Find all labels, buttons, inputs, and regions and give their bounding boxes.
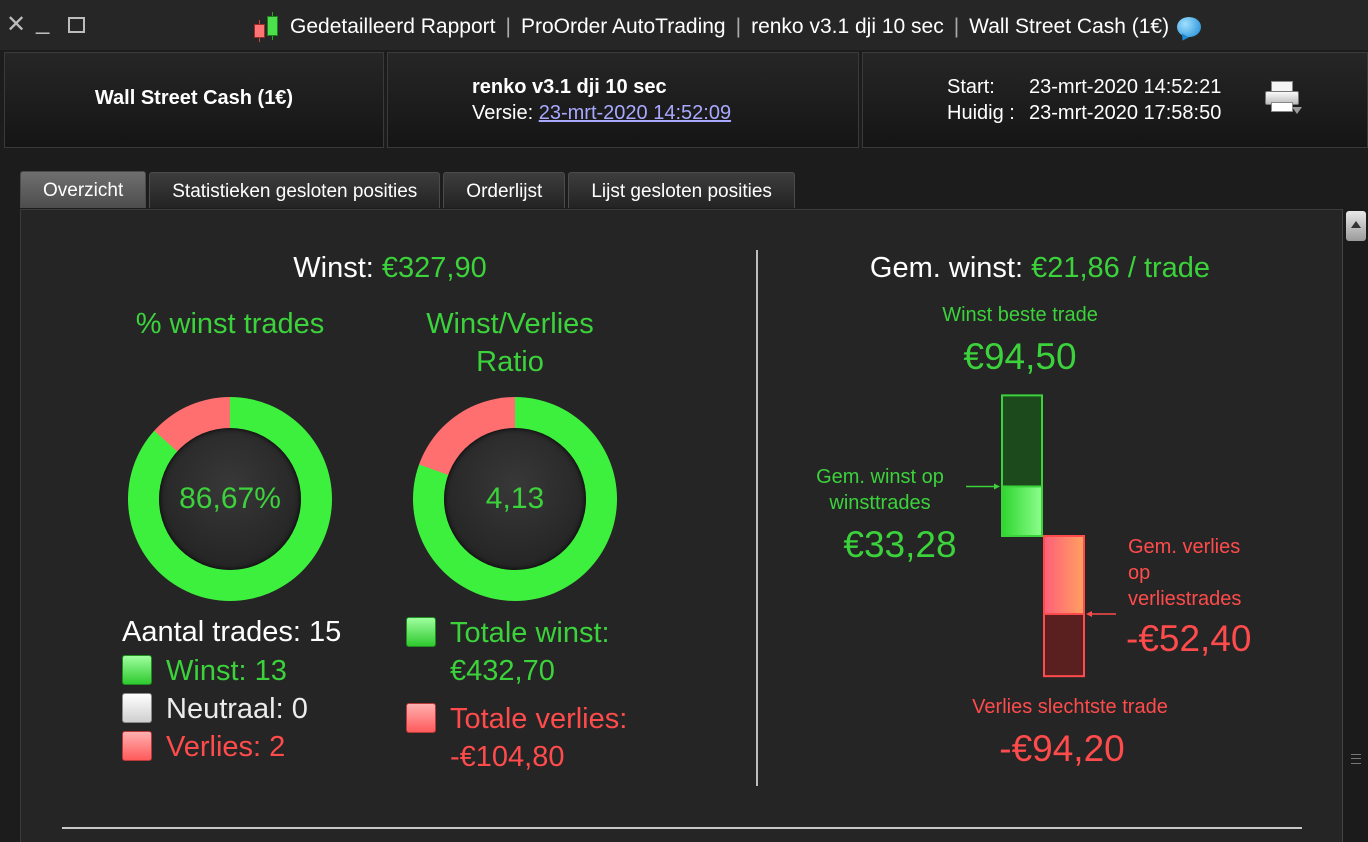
worst-trade-label: Verlies slechtste trade <box>972 696 1168 718</box>
tab-overview[interactable]: Overzicht <box>20 171 147 208</box>
avg-win-arrow-head <box>994 483 1000 490</box>
scroll-up-button[interactable] <box>1346 211 1366 241</box>
bottom-divider <box>62 827 1302 829</box>
title-instrument: Wall Street Cash (1€) <box>969 15 1170 38</box>
neutral-legend-swatch <box>122 693 152 723</box>
losses-legend-swatch <box>122 731 152 761</box>
version-label: Versie: <box>472 102 534 124</box>
win-loss-ratio-title: Winst/Verlies Ratio <box>426 308 594 378</box>
win-percentage-value: 86,67% <box>159 428 301 570</box>
total-win-label: Totale winst: <box>450 617 610 649</box>
title-separator: | <box>735 15 742 38</box>
worst-trade-value: -€94,20 <box>999 728 1125 769</box>
avg-win-label-line-1: Gem. winst op <box>816 466 944 488</box>
title-separator: | <box>505 15 511 38</box>
current-time-row: Huidig : 23-mrt-2020 17:58:50 <box>947 102 1221 125</box>
total-loss-value: -€104,80 <box>450 741 565 773</box>
avg-loss-value: -€52,40 <box>1126 618 1252 659</box>
start-time-row: Start: 23-mrt-2020 14:52:21 <box>947 76 1221 99</box>
strategy-name: renko v3.1 dji 10 sec <box>472 76 667 98</box>
tab-closed-positions-list[interactable]: Lijst gesloten posities <box>568 172 795 208</box>
trade-range-bar-chart <box>966 394 1116 678</box>
tab-bar: Overzicht Statistieken gesloten posities… <box>20 171 795 209</box>
profit-value: €327,90 <box>381 252 487 284</box>
average-profit-label: Gem. winst: <box>869 252 1024 284</box>
chat-bubble-icon[interactable] <box>1177 17 1202 37</box>
win-percentage-title: % winst trades <box>135 308 325 340</box>
current-value: 23-mrt-2020 17:58:50 <box>1029 102 1222 124</box>
time-panel: Start: 23-mrt-2020 14:52:21 Huidig : 23-… <box>862 52 1368 148</box>
best-trade-value: €94,50 <box>963 336 1077 377</box>
title-bar: ✕ _ Gedetailleerd Rapport | ProOrder Aut… <box>0 0 1368 50</box>
scroll-grip-icon[interactable] <box>1351 754 1361 764</box>
win-loss-ratio-donut: 4,13 <box>413 397 617 601</box>
report-header: Wall Street Cash (1€) renko v3.1 dji 10 … <box>4 52 1368 148</box>
average-profit-line: Gem. winst: €21,86 / trade <box>790 252 1290 285</box>
total-win-value: €432,70 <box>450 655 555 687</box>
avg-loss-label: Gem. verlies op verliestrades <box>1128 534 1241 612</box>
wins-count: Winst: 13 <box>166 655 287 687</box>
avg-win-label-line-2: winsttrades <box>829 492 931 514</box>
avg-loss-label-line-2: op <box>1128 562 1151 584</box>
title-autotrading: ProOrder AutoTrading <box>520 15 726 38</box>
candlestick-icon <box>250 12 284 42</box>
best-trade-label: Winst beste trade <box>942 304 1098 326</box>
version-line: Versie: 23-mrt-2020 14:52:09 <box>472 102 731 125</box>
vertical-scrollbar[interactable] <box>1342 209 1368 842</box>
average-profit-value: €21,86 / trade <box>1031 252 1211 284</box>
title-report: Gedetailleerd Rapport <box>290 15 496 38</box>
neutral-count: Neutraal: 0 <box>166 693 308 725</box>
strategy-panel: renko v3.1 dji 10 sec Versie: 23-mrt-202… <box>387 52 859 148</box>
avg-win-label: Gem. winst op winsttrades <box>790 464 970 516</box>
section-divider <box>756 250 758 786</box>
instrument-name: Wall Street Cash (1€) <box>94 87 294 109</box>
profit-label: Winst: <box>293 252 374 284</box>
losses-count: Verlies: 2 <box>166 731 286 763</box>
avg-loss-label-line-1: Gem. verlies <box>1128 536 1241 558</box>
avg-loss-label-line-3: verliestrades <box>1128 588 1242 610</box>
trade-count: Aantal trades: 15 <box>122 616 342 648</box>
wins-legend-swatch <box>122 655 152 685</box>
total-loss-label: Totale verlies: <box>450 703 628 735</box>
window-title: Gedetailleerd Rapport | ProOrder AutoTra… <box>250 12 1202 42</box>
win-percentage-donut: 86,67% <box>128 397 332 601</box>
minimize-icon[interactable]: _ <box>36 9 49 35</box>
close-icon[interactable]: ✕ <box>6 12 26 38</box>
win-loss-ratio-value: 4,13 <box>444 428 586 570</box>
avg-loss-arrow-head <box>1086 610 1092 617</box>
total-profit-line: Winst: €327,90 <box>220 252 560 285</box>
avg-loss-bar <box>1043 535 1085 615</box>
title-strategy: renko v3.1 dji 10 sec <box>751 15 944 38</box>
tab-order-list[interactable]: Orderlijst <box>443 172 566 208</box>
printer-icon[interactable] <box>1265 81 1302 115</box>
start-label: Start: <box>947 76 995 98</box>
total-loss-swatch <box>406 703 436 733</box>
version-link[interactable]: 23-mrt-2020 14:52:09 <box>539 102 731 124</box>
avg-win-bar <box>1001 485 1043 538</box>
tab-closed-position-stats[interactable]: Statistieken gesloten posities <box>149 172 441 208</box>
maximize-icon[interactable] <box>68 17 85 33</box>
start-value: 23-mrt-2020 14:52:21 <box>1029 76 1222 98</box>
total-win-swatch <box>406 617 436 647</box>
instrument-panel: Wall Street Cash (1€) <box>4 52 384 148</box>
current-label: Huidig : <box>947 102 1015 124</box>
title-separator: | <box>953 15 960 38</box>
